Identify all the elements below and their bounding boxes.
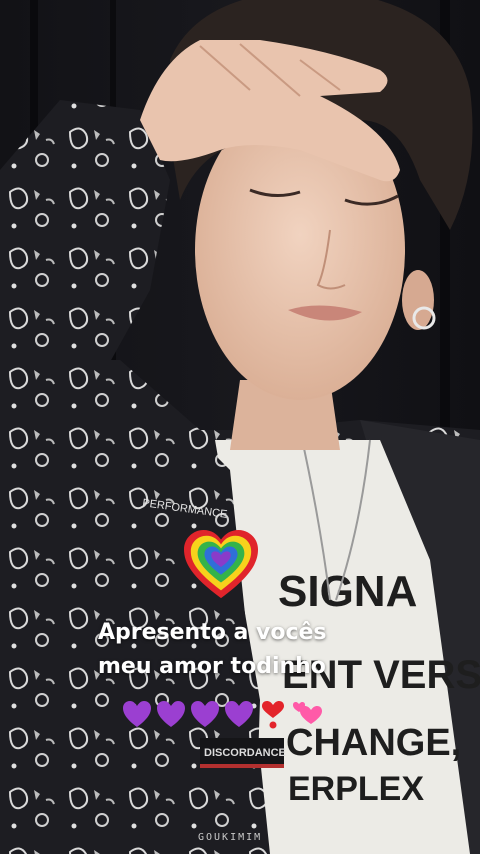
- emoji-row: [122, 698, 322, 732]
- video-caption: Apresento a vocês meu amor todinho: [98, 616, 438, 684]
- caption-line-2: meu amor todinho: [98, 654, 326, 679]
- rainbow-heart-sticker: [184, 529, 258, 599]
- purple-heart-icon: [123, 701, 151, 727]
- shirt-text-1: SIGNA: [278, 567, 417, 616]
- two-hearts-icon: [293, 702, 322, 724]
- purple-heart-icon: [191, 701, 219, 727]
- purple-heart-icon: [157, 701, 185, 727]
- caption-line-1: Apresento a vocês: [98, 620, 327, 645]
- heart-exclamation-icon: [262, 701, 284, 729]
- watermark: GOUKIMIM: [198, 832, 263, 843]
- purple-heart-icon: [225, 701, 253, 727]
- svg-text:DISCORDANCE: DISCORDANCE: [204, 747, 286, 759]
- shirt-text-4: ERPLEX: [288, 770, 424, 808]
